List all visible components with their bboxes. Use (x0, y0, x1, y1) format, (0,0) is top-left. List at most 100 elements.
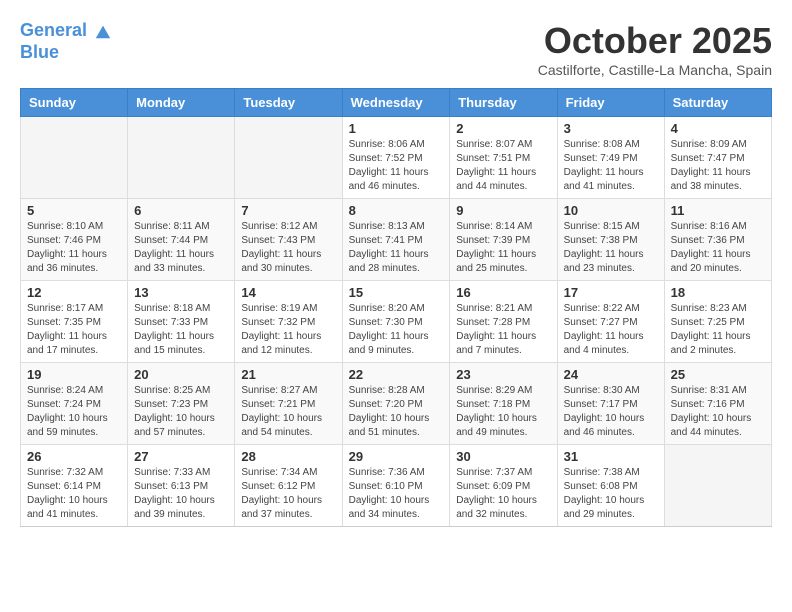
day-number: 3 (564, 121, 658, 136)
calendar-week-row: 5 Sunrise: 8:10 AM Sunset: 7:46 PM Daylig… (21, 199, 772, 281)
col-header-thursday: Thursday (450, 89, 557, 117)
day-info: Sunrise: 8:16 AM Sunset: 7:36 PM Dayligh… (671, 220, 765, 276)
day-number: 26 (27, 449, 121, 464)
calendar-cell: 14Sunrise: 8:19 AM Sunset: 7:32 PM Dayli… (235, 281, 342, 363)
calendar-cell: 9 Sunrise: 8:14 AM Sunset: 7:39 PM Daylig… (450, 199, 557, 281)
calendar-cell: 15 Sunrise: 8:20 AM Sunset: 7:30 PM Dayli… (342, 281, 450, 363)
day-info: Sunrise: 7:34 AM Sunset: 6:12 PM Dayligh… (241, 466, 335, 522)
calendar-week-row: 26 Sunrise: 7:32 AM Sunset: 6:14 PM Dayli… (21, 445, 772, 527)
day-number: 30 (456, 449, 550, 464)
day-info: Sunrise: 8:09 AM Sunset: 7:47 PM Dayligh… (671, 138, 765, 194)
day-number: 9 (456, 203, 550, 218)
calendar-cell: 28Sunrise: 7:34 AM Sunset: 6:12 PM Dayli… (235, 445, 342, 527)
day-number: 21 (241, 367, 335, 382)
calendar-cell: 7 Sunrise: 8:12 AM Sunset: 7:43 PM Daylig… (235, 199, 342, 281)
day-info: Sunrise: 8:06 AM Sunset: 7:52 PM Dayligh… (349, 138, 444, 194)
calendar-week-row: 1Sunrise: 8:06 AM Sunset: 7:52 PM Daylig… (21, 117, 772, 199)
calendar-cell: 11 Sunrise: 8:16 AM Sunset: 7:36 PM Dayli… (664, 199, 771, 281)
day-info: Sunrise: 8:23 AM Sunset: 7:25 PM Dayligh… (671, 302, 765, 358)
calendar-cell: 4 Sunrise: 8:09 AM Sunset: 7:47 PM Daylig… (664, 117, 771, 199)
calendar-cell: 6 Sunrise: 8:11 AM Sunset: 7:44 PM Daylig… (128, 199, 235, 281)
day-number: 15 (349, 285, 444, 300)
day-number: 13 (134, 285, 228, 300)
calendar-table: SundayMondayTuesdayWednesdayThursdayFrid… (20, 88, 772, 527)
calendar-cell (21, 117, 128, 199)
calendar-week-row: 19 Sunrise: 8:24 AM Sunset: 7:24 PM Dayli… (21, 363, 772, 445)
day-info: Sunrise: 7:32 AM Sunset: 6:14 PM Dayligh… (27, 466, 121, 522)
col-header-saturday: Saturday (664, 89, 771, 117)
day-number: 7 (241, 203, 335, 218)
day-number: 22 (349, 367, 444, 382)
day-info: Sunrise: 8:22 AM Sunset: 7:27 PM Dayligh… (564, 302, 658, 358)
calendar-cell: 17 Sunrise: 8:22 AM Sunset: 7:27 PM Dayli… (557, 281, 664, 363)
day-number: 8 (349, 203, 444, 218)
day-number: 11 (671, 203, 765, 218)
logo-text: General (20, 20, 112, 42)
calendar-cell: 27Sunrise: 7:33 AM Sunset: 6:13 PM Dayli… (128, 445, 235, 527)
day-number: 5 (27, 203, 121, 218)
calendar-cell: 29Sunrise: 7:36 AM Sunset: 6:10 PM Dayli… (342, 445, 450, 527)
calendar-cell: 20 Sunrise: 8:25 AM Sunset: 7:23 PM Dayli… (128, 363, 235, 445)
day-info: Sunrise: 8:08 AM Sunset: 7:49 PM Dayligh… (564, 138, 658, 194)
day-info: Sunrise: 8:10 AM Sunset: 7:46 PM Dayligh… (27, 220, 121, 276)
calendar-cell (664, 445, 771, 527)
day-info: Sunrise: 8:11 AM Sunset: 7:44 PM Dayligh… (134, 220, 228, 276)
day-info: Sunrise: 8:07 AM Sunset: 7:51 PM Dayligh… (456, 138, 550, 194)
day-info: Sunrise: 8:17 AM Sunset: 7:35 PM Dayligh… (27, 302, 121, 358)
calendar-cell (235, 117, 342, 199)
day-info: Sunrise: 8:21 AM Sunset: 7:28 PM Dayligh… (456, 302, 550, 358)
logo-icon (94, 22, 112, 40)
title-area: October 2025 Castilforte, Castille-La Ma… (538, 20, 772, 78)
day-info: Sunrise: 8:14 AM Sunset: 7:39 PM Dayligh… (456, 220, 550, 276)
day-number: 19 (27, 367, 121, 382)
calendar-cell (128, 117, 235, 199)
calendar-cell: 22Sunrise: 8:28 AM Sunset: 7:20 PM Dayli… (342, 363, 450, 445)
calendar-cell: 3 Sunrise: 8:08 AM Sunset: 7:49 PM Daylig… (557, 117, 664, 199)
day-number: 16 (456, 285, 550, 300)
day-number: 10 (564, 203, 658, 218)
day-info: Sunrise: 8:18 AM Sunset: 7:33 PM Dayligh… (134, 302, 228, 358)
calendar-cell: 13 Sunrise: 8:18 AM Sunset: 7:33 PM Dayli… (128, 281, 235, 363)
day-info: Sunrise: 8:20 AM Sunset: 7:30 PM Dayligh… (349, 302, 444, 358)
calendar-cell: 16 Sunrise: 8:21 AM Sunset: 7:28 PM Dayli… (450, 281, 557, 363)
calendar-cell: 18 Sunrise: 8:23 AM Sunset: 7:25 PM Dayli… (664, 281, 771, 363)
calendar-cell: 1Sunrise: 8:06 AM Sunset: 7:52 PM Daylig… (342, 117, 450, 199)
day-number: 2 (456, 121, 550, 136)
month-title: October 2025 (538, 20, 772, 62)
calendar-header-row: SundayMondayTuesdayWednesdayThursdayFrid… (21, 89, 772, 117)
calendar-cell: 21Sunrise: 8:27 AM Sunset: 7:21 PM Dayli… (235, 363, 342, 445)
location: Castilforte, Castille-La Mancha, Spain (538, 62, 772, 78)
col-header-sunday: Sunday (21, 89, 128, 117)
calendar-cell: 8Sunrise: 8:13 AM Sunset: 7:41 PM Daylig… (342, 199, 450, 281)
day-info: Sunrise: 8:15 AM Sunset: 7:38 PM Dayligh… (564, 220, 658, 276)
day-number: 24 (564, 367, 658, 382)
day-number: 20 (134, 367, 228, 382)
col-header-monday: Monday (128, 89, 235, 117)
col-header-friday: Friday (557, 89, 664, 117)
day-info: Sunrise: 8:25 AM Sunset: 7:23 PM Dayligh… (134, 384, 228, 440)
day-number: 14 (241, 285, 335, 300)
calendar-cell: 31Sunrise: 7:38 AM Sunset: 6:08 PM Dayli… (557, 445, 664, 527)
calendar-cell: 26 Sunrise: 7:32 AM Sunset: 6:14 PM Dayli… (21, 445, 128, 527)
col-header-wednesday: Wednesday (342, 89, 450, 117)
day-info: Sunrise: 8:24 AM Sunset: 7:24 PM Dayligh… (27, 384, 121, 440)
day-info: Sunrise: 7:36 AM Sunset: 6:10 PM Dayligh… (349, 466, 444, 522)
calendar-cell: 19 Sunrise: 8:24 AM Sunset: 7:24 PM Dayli… (21, 363, 128, 445)
day-info: Sunrise: 7:37 AM Sunset: 6:09 PM Dayligh… (456, 466, 550, 522)
day-info: Sunrise: 8:12 AM Sunset: 7:43 PM Dayligh… (241, 220, 335, 276)
day-number: 4 (671, 121, 765, 136)
day-number: 17 (564, 285, 658, 300)
day-number: 18 (671, 285, 765, 300)
calendar-cell: 24 Sunrise: 8:30 AM Sunset: 7:17 PM Dayli… (557, 363, 664, 445)
page-header: General Blue October 2025 Castilforte, C… (20, 20, 772, 78)
day-number: 23 (456, 367, 550, 382)
calendar-week-row: 12 Sunrise: 8:17 AM Sunset: 7:35 PM Dayli… (21, 281, 772, 363)
calendar-cell: 23Sunrise: 8:29 AM Sunset: 7:18 PM Dayli… (450, 363, 557, 445)
day-number: 6 (134, 203, 228, 218)
calendar-cell: 12 Sunrise: 8:17 AM Sunset: 7:35 PM Dayli… (21, 281, 128, 363)
day-info: Sunrise: 8:31 AM Sunset: 7:16 PM Dayligh… (671, 384, 765, 440)
calendar-cell: 2 Sunrise: 8:07 AM Sunset: 7:51 PM Daylig… (450, 117, 557, 199)
day-info: Sunrise: 8:30 AM Sunset: 7:17 PM Dayligh… (564, 384, 658, 440)
day-info: Sunrise: 7:33 AM Sunset: 6:13 PM Dayligh… (134, 466, 228, 522)
day-number: 12 (27, 285, 121, 300)
